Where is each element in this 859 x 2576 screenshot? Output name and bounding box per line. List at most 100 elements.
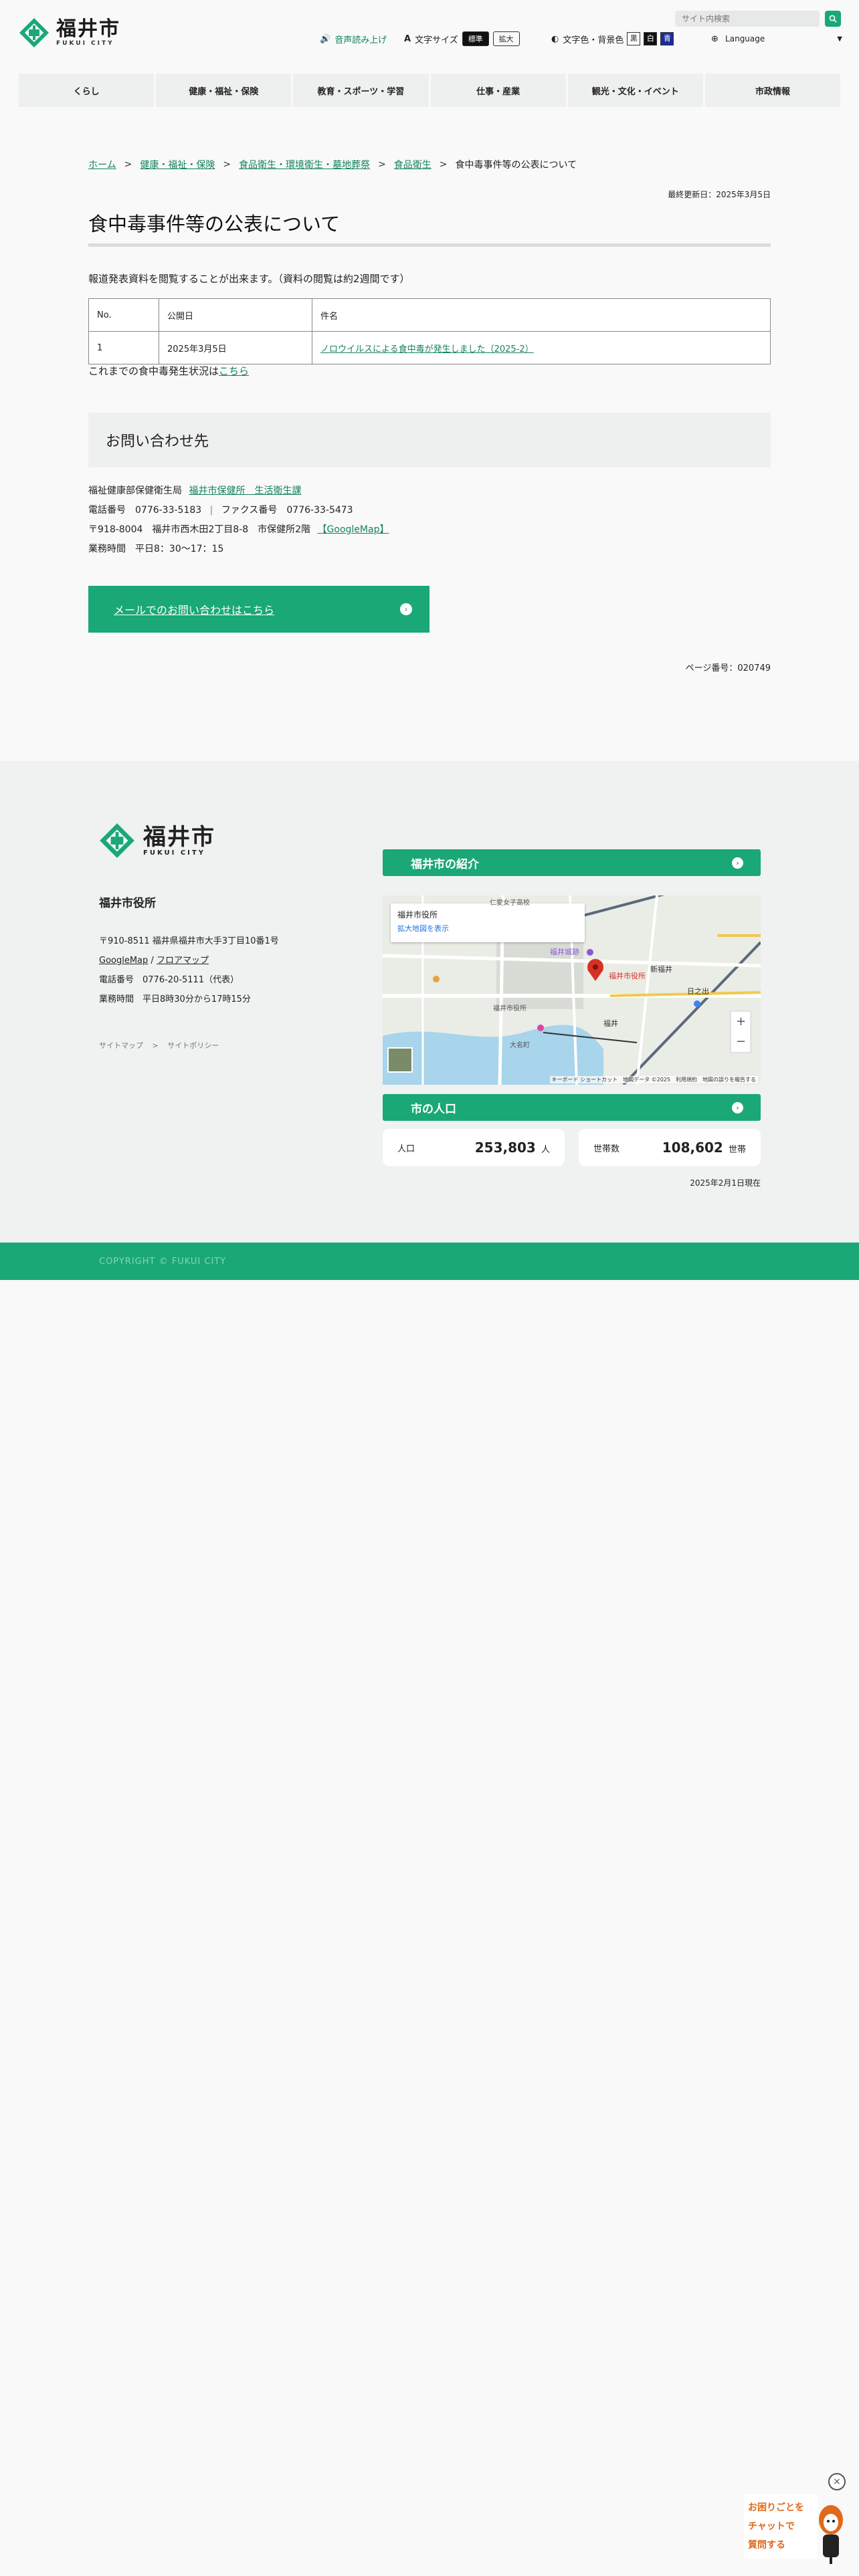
mail-inquiry-button[interactable]: メールでのお問い合わせはこちら › (88, 586, 430, 633)
map-label: 日之出 (687, 987, 709, 996)
logo-title: 福井市 (56, 17, 120, 41)
map-label: 新福井 (650, 965, 672, 974)
site-header: 福井市 FUKUI CITY 🔊 音声読み上げ A 文字サイズ 標準 拡大 ◐ … (0, 0, 859, 64)
breadcrumb-health[interactable]: 健康・福祉・保険 (140, 158, 215, 171)
intro-text: 報道発表資料を閲覧することが出来ます。（資料の閲覧は約2週間です） (88, 273, 410, 285)
nav-item-education[interactable]: 教育・スポーツ・学習 (293, 74, 429, 107)
nav-item-government[interactable]: 市政情報 (704, 74, 841, 107)
contact-dept-link[interactable]: 福井市保健所 生活衛生課 (189, 486, 301, 496)
google-map[interactable]: 福井市役所 拡大地図を表示 仁愛女子高校 福井城跡 福井市役所 新福井 日之出 … (383, 895, 761, 1085)
city-emblem-icon (100, 823, 134, 858)
population-card: 人口 253,803 人 (383, 1129, 565, 1166)
map-label: 福井 (603, 1019, 618, 1028)
map-label: 大名町 (510, 1042, 530, 1049)
past-outbreaks-link[interactable]: こちら (219, 365, 249, 377)
map-card-title: 福井市役所 (397, 910, 438, 920)
population-value: 253,803 (474, 1140, 536, 1156)
language-select[interactable]: ⊕ Language ▼ (711, 31, 842, 46)
nav-item-work[interactable]: 仕事・産業 (430, 74, 566, 107)
last-updated: 最終更新日：2025年3月5日 (668, 190, 771, 199)
map-label: 福井市役所 (493, 1005, 527, 1012)
speaker-icon: 🔊 (320, 33, 331, 44)
page-title: 食中毒事件等の公表について (88, 213, 341, 235)
breadcrumb-separator: > (439, 159, 448, 170)
search-button[interactable] (825, 11, 841, 27)
chat-widget[interactable]: × お困りごとを チャットで 質問する (744, 2473, 851, 2567)
nav-item-kurashi[interactable]: くらし (19, 74, 155, 107)
breadcrumb-separator: > (378, 159, 386, 170)
map-info-card: 福井市役所 拡大地図を表示 (391, 903, 585, 942)
contact-fax: ファクス番号 0776-33-5473 (221, 505, 353, 516)
search-input[interactable] (675, 11, 820, 27)
chat-text-line: チャットで (748, 2521, 795, 2532)
households-unit: 世帯 (728, 1145, 746, 1155)
contact-tel: 電話番号 0776-33-5183 (88, 505, 202, 516)
chat-mascot-icon (819, 2505, 843, 2564)
table-header-row: No. 公開日 件名 (88, 298, 771, 332)
past-outbreaks-label: これまでの食中毒発生状況は (88, 365, 219, 377)
map-attribution: キーボード ショートカット 地図データ ©2025 利用規約 地図の誤りを報告す… (549, 1076, 758, 1083)
search-icon (829, 15, 837, 23)
font-size-standard-button[interactable]: 標準 (462, 31, 489, 46)
population-date: 2025年2月1日現在 (690, 1178, 761, 1188)
nav-item-health[interactable]: 健康・福祉・保険 (156, 74, 292, 107)
zoom-out-button[interactable]: − (736, 1035, 746, 1049)
zoom-in-button[interactable]: + (736, 1014, 746, 1029)
page-number: ページ番号：020749 (685, 663, 771, 673)
breadcrumb-separator: > (124, 159, 132, 170)
font-size-control: A 文字サイズ 標準 拡大 (404, 31, 520, 46)
font-size-icon: A (404, 33, 411, 44)
palette-icon: ◐ (551, 33, 559, 44)
breadcrumb-food-hygiene[interactable]: 食品衛生 (394, 158, 432, 171)
population-unit: 人 (541, 1145, 550, 1155)
households-card: 世帯数 108,602 世帯 (579, 1129, 761, 1166)
chevron-right-icon: › (732, 857, 743, 869)
contact-info: 福祉健康部保健衛生局 福井市保健所 生活衛生課 電話番号 0776-33-518… (88, 481, 389, 559)
breadcrumb-home[interactable]: ホーム (88, 158, 116, 171)
footer-googlemap-link[interactable]: GoogleMap (99, 956, 148, 966)
map-card-link[interactable]: 拡大地図を表示 (397, 923, 578, 934)
footer-links: サイトマップ > サイトポリシー (99, 1040, 219, 1051)
households-label: 世帯数 (593, 1144, 620, 1154)
global-nav: くらし 健康・福祉・保険 教育・スポーツ・学習 仕事・産業 観光・文化・イベント… (19, 74, 841, 107)
footer-floormap-link[interactable]: フロアマップ (157, 956, 209, 966)
breadcrumb: ホーム > 健康・福祉・保険 > 食品衛生・環境衛生・墓地葬祭 > 食品衛生 >… (88, 158, 577, 171)
color-label: 文字色・背景色 (563, 35, 624, 45)
footer-info: 〒910-8511 福井県福井市大手3丁目10番1号 GoogleMap / フ… (99, 932, 279, 1009)
font-size-label: 文字サイズ (415, 35, 458, 45)
copyright: COPYRIGHT © FUKUI CITY (0, 1243, 859, 1280)
map-label: 福井城跡 (550, 948, 579, 956)
font-size-large-button[interactable]: 拡大 (492, 31, 520, 46)
table-header-date: 公開日 (159, 298, 312, 332)
color-blue-button[interactable]: 青 (660, 32, 674, 45)
contact-heading: お問い合わせ先 (106, 433, 209, 450)
color-black-text-button[interactable]: 黒 (627, 32, 641, 45)
chevron-right-icon: › (732, 1102, 743, 1113)
footer-sitemap-link[interactable]: サイトマップ (99, 1041, 143, 1050)
population-bar[interactable]: 市の人口 › (383, 1094, 761, 1121)
population-heading: 市の人口 (411, 1102, 456, 1116)
chat-text-line: お困りごとを (748, 2502, 804, 2513)
contact-map-link[interactable]: 【GoogleMap】 (318, 524, 389, 535)
city-intro-bar[interactable]: 福井市の紹介 › (383, 849, 761, 876)
read-aloud-button[interactable]: 🔊 音声読み上げ (320, 31, 387, 46)
footer-links-separator: > (152, 1041, 159, 1050)
chat-text-line: 質問する (748, 2540, 785, 2551)
footer-address: 〒910-8511 福井県福井市大手3丁目10番1号 (99, 936, 279, 946)
site-logo[interactable]: 福井市 FUKUI CITY (19, 17, 120, 48)
color-white-text-button[interactable]: 白 (644, 32, 658, 45)
footer-logo[interactable]: 福井市 FUKUI CITY (99, 823, 215, 859)
footer-logo-subtitle: FUKUI CITY (143, 849, 205, 857)
table-cell-subject-link[interactable]: ノロウイルスによる食中毒が発生しました（2025-2） (320, 344, 534, 354)
city-intro-heading: 福井市の紹介 (411, 857, 479, 871)
globe-icon: ⊕ (711, 33, 719, 44)
breadcrumb-food-environment[interactable]: 食品衛生・環境衛生・墓地葬祭 (239, 158, 370, 171)
mail-inquiry-label: メールでのお問い合わせはこちら (114, 604, 275, 617)
chat-close-icon[interactable]: × (828, 2473, 846, 2490)
table-header-subject: 件名 (312, 298, 771, 332)
table-cell-no: 1 (88, 331, 159, 364)
logo-subtitle: FUKUI CITY (56, 40, 114, 47)
nav-item-tourism[interactable]: 観光・文化・イベント (567, 74, 703, 107)
contact-address: 〒918-8004 福井市西木田2丁目8-8 市保健所2階 (88, 524, 311, 535)
footer-sitepolicy-link[interactable]: サイトポリシー (167, 1041, 219, 1050)
